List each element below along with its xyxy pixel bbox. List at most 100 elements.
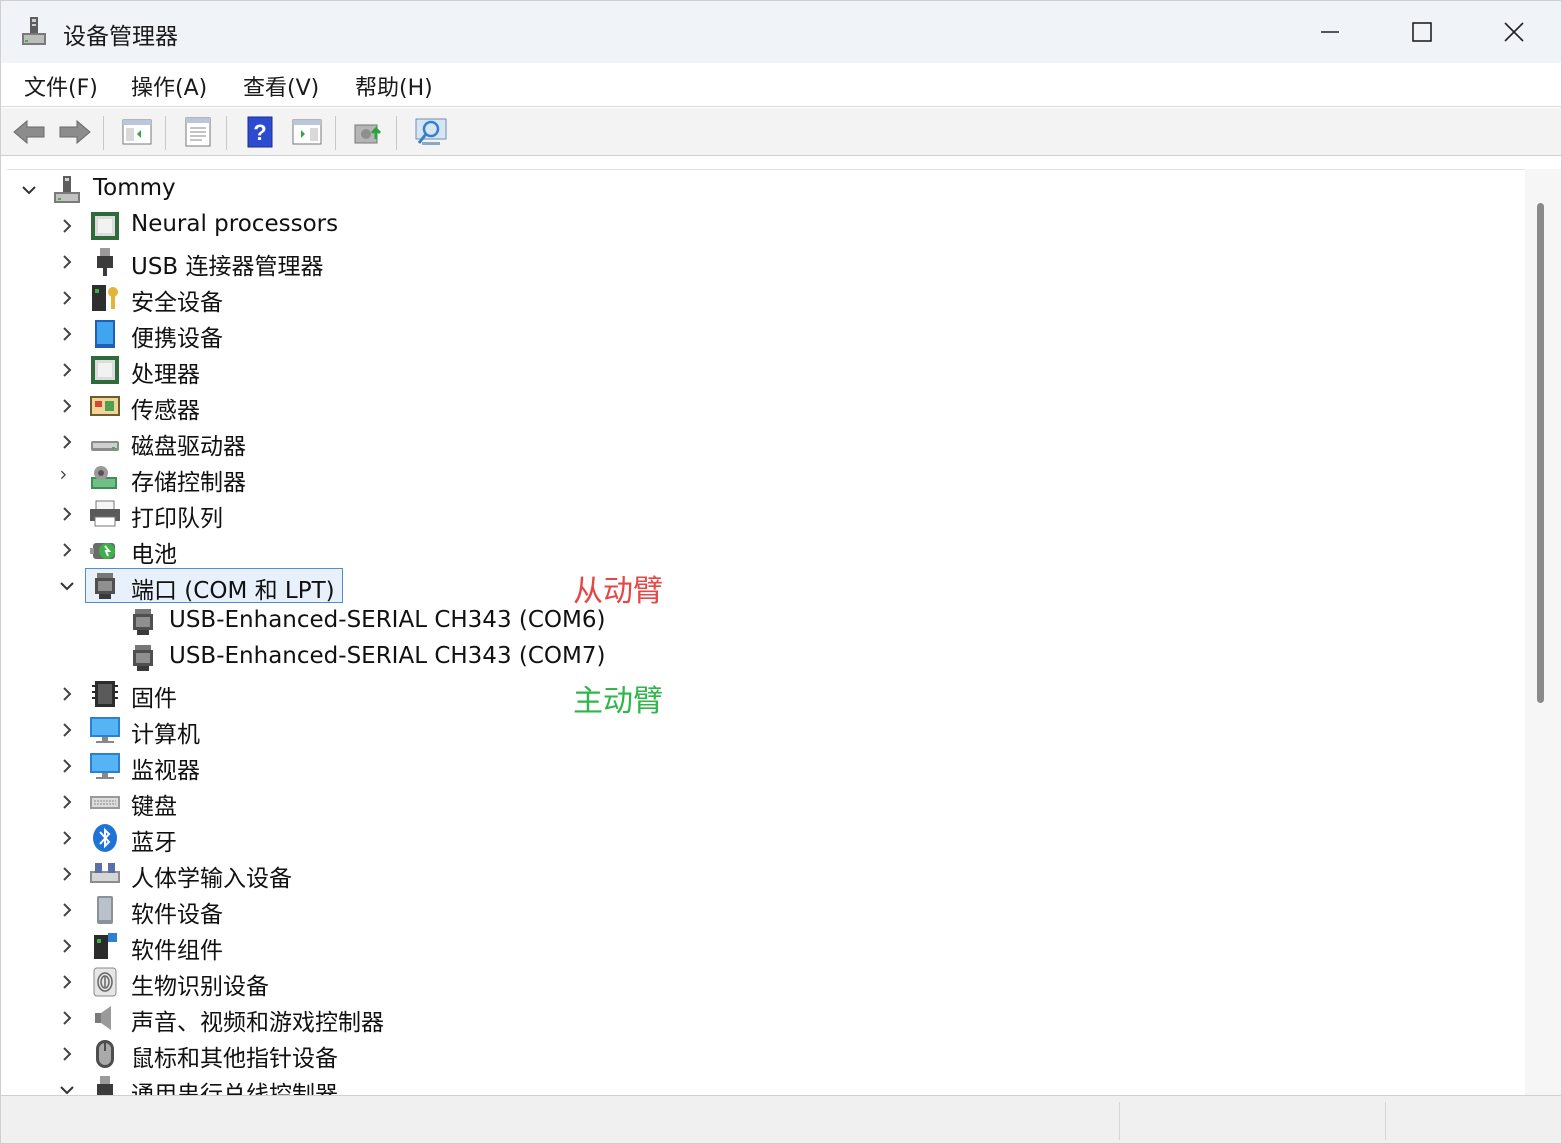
- tree-device[interactable]: USB-Enhanced-SERIAL CH343 (COM7): [7, 640, 1507, 676]
- chevron-right-icon[interactable]: [57, 396, 77, 416]
- tree-category-label: 蓝牙: [131, 830, 177, 856]
- close-button[interactable]: [1468, 1, 1560, 63]
- tree-device[interactable]: USB-Enhanced-SERIAL CH343 (COM6): [7, 604, 1507, 640]
- chevron-right-icon[interactable]: [57, 324, 77, 344]
- computer-tower-icon: [54, 176, 80, 203]
- security-key-icon: [92, 285, 118, 311]
- tree-category[interactable]: 处理器: [7, 352, 1507, 388]
- tree-category[interactable]: 软件设备: [7, 892, 1507, 928]
- device-manager-icon: [22, 17, 46, 45]
- tree-category[interactable]: 生物识别设备: [7, 964, 1507, 1000]
- chevron-right-icon[interactable]: [57, 900, 77, 920]
- chevron-down-icon[interactable]: [57, 1080, 77, 1095]
- tree-category-ports[interactable]: 端口 (COM 和 LPT): [7, 568, 1507, 604]
- chevron-right-icon[interactable]: [57, 828, 77, 848]
- chevron-right-icon[interactable]: [57, 684, 77, 704]
- chevron-right-icon[interactable]: [57, 468, 77, 488]
- mouse-icon: [96, 1040, 114, 1068]
- tree-category-label: 便携设备: [131, 326, 223, 352]
- toolbar-separator: [335, 116, 336, 150]
- chevron-right-icon[interactable]: [57, 756, 77, 776]
- vertical-scrollbar[interactable]: [1525, 169, 1561, 1095]
- scrollbar-thumb[interactable]: [1537, 203, 1544, 703]
- chevron-right-icon[interactable]: [57, 1044, 77, 1064]
- status-separator: [1119, 1102, 1120, 1140]
- scan-hardware-button[interactable]: [411, 114, 451, 150]
- toolbar-separator: [226, 116, 227, 150]
- tree-category[interactable]: 存储控制器: [7, 460, 1507, 496]
- chevron-right-icon[interactable]: [57, 432, 77, 452]
- tree-category-label: 传感器: [131, 398, 200, 424]
- chevron-right-icon[interactable]: [57, 864, 77, 884]
- menu-view[interactable]: 查看(V): [241, 70, 321, 102]
- usb-plug-icon: [97, 1076, 113, 1095]
- minimize-icon: [1321, 31, 1339, 33]
- tree-category-label: 人体学输入设备: [131, 866, 292, 892]
- tree-category[interactable]: 软件组件: [7, 928, 1507, 964]
- tree-category[interactable]: 人体学输入设备: [7, 856, 1507, 892]
- back-icon: [13, 119, 45, 145]
- tree-category[interactable]: 鼠标和其他指针设备: [7, 1036, 1507, 1072]
- chevron-right-icon[interactable]: [57, 216, 77, 236]
- scan-hardware-icon: [415, 118, 447, 145]
- tree-category[interactable]: Neural processors: [7, 208, 1507, 244]
- tree-category-label: 电池: [131, 542, 177, 568]
- chevron-right-icon[interactable]: [57, 360, 77, 380]
- hid-icon: [90, 863, 120, 883]
- update-driver-button[interactable]: [348, 114, 388, 150]
- tree-category[interactable]: 固件: [7, 676, 1507, 712]
- tree-category[interactable]: USB 连接器管理器: [7, 244, 1507, 280]
- minimize-button[interactable]: [1284, 1, 1376, 63]
- tree-category[interactable]: 蓝牙: [7, 820, 1507, 856]
- chevron-right-icon[interactable]: [57, 720, 77, 740]
- portable-device-icon: [95, 320, 115, 348]
- chevron-right-icon[interactable]: [57, 936, 77, 956]
- chevron-right-icon[interactable]: [57, 504, 77, 524]
- maximize-button[interactable]: [1376, 1, 1468, 63]
- show-action-pane-button[interactable]: [287, 114, 327, 150]
- tree-category-label: 鼠标和其他指针设备: [131, 1046, 338, 1072]
- tree-category[interactable]: 便携设备: [7, 316, 1507, 352]
- chevron-right-icon[interactable]: [57, 1008, 77, 1028]
- tree-category[interactable]: 监视器: [7, 748, 1507, 784]
- tree-category[interactable]: 键盘: [7, 784, 1507, 820]
- tree-category-label: Neural processors: [131, 211, 339, 237]
- chevron-right-icon[interactable]: [57, 252, 77, 272]
- tree-category[interactable]: 磁盘驱动器: [7, 424, 1507, 460]
- properties-button[interactable]: [178, 114, 218, 150]
- chevron-down-icon[interactable]: [19, 180, 39, 200]
- forward-icon: [59, 119, 91, 145]
- tree-category[interactable]: 声音、视频和游戏控制器: [7, 1000, 1507, 1036]
- chevron-right-icon[interactable]: [57, 792, 77, 812]
- npu-chip-icon: [91, 212, 119, 240]
- tree-category-label: 计算机: [131, 722, 200, 748]
- menu-help[interactable]: 帮助(H): [353, 70, 435, 102]
- show-hide-console-tree-button[interactable]: [117, 114, 157, 150]
- tree-category[interactable]: 通用串行总线控制器: [7, 1072, 1507, 1095]
- tree-category[interactable]: 计算机: [7, 712, 1507, 748]
- chevron-down-icon[interactable]: [57, 576, 77, 596]
- forward-button[interactable]: [55, 114, 95, 150]
- toolbar-separator: [396, 116, 397, 150]
- chevron-right-icon[interactable]: [57, 540, 77, 560]
- tree-category[interactable]: 安全设备: [7, 280, 1507, 316]
- speaker-icon: [95, 1006, 111, 1030]
- tree-device-label: USB-Enhanced-SERIAL CH343 (COM6): [169, 607, 606, 633]
- tree-category[interactable]: 打印队列: [7, 496, 1507, 532]
- menu-action[interactable]: 操作(A): [129, 70, 209, 102]
- tree-category[interactable]: 电池: [7, 532, 1507, 568]
- storage-controller-icon: [91, 466, 117, 489]
- title-bar[interactable]: 设备管理器: [1, 1, 1561, 63]
- monitor-icon: [90, 753, 120, 779]
- chevron-right-icon[interactable]: [57, 972, 77, 992]
- chevron-right-icon[interactable]: [57, 288, 77, 308]
- menu-file[interactable]: 文件(F): [22, 70, 100, 102]
- keyboard-icon: [90, 796, 120, 809]
- tree-category-label: 端口 (COM 和 LPT): [131, 578, 335, 604]
- help-button[interactable]: ?: [240, 114, 280, 150]
- back-button[interactable]: [9, 114, 49, 150]
- tree-category-label: 打印队列: [131, 506, 223, 532]
- window-title: 设备管理器: [63, 24, 178, 50]
- tree-category[interactable]: 传感器: [7, 388, 1507, 424]
- tree-root[interactable]: Tommy: [7, 172, 1507, 208]
